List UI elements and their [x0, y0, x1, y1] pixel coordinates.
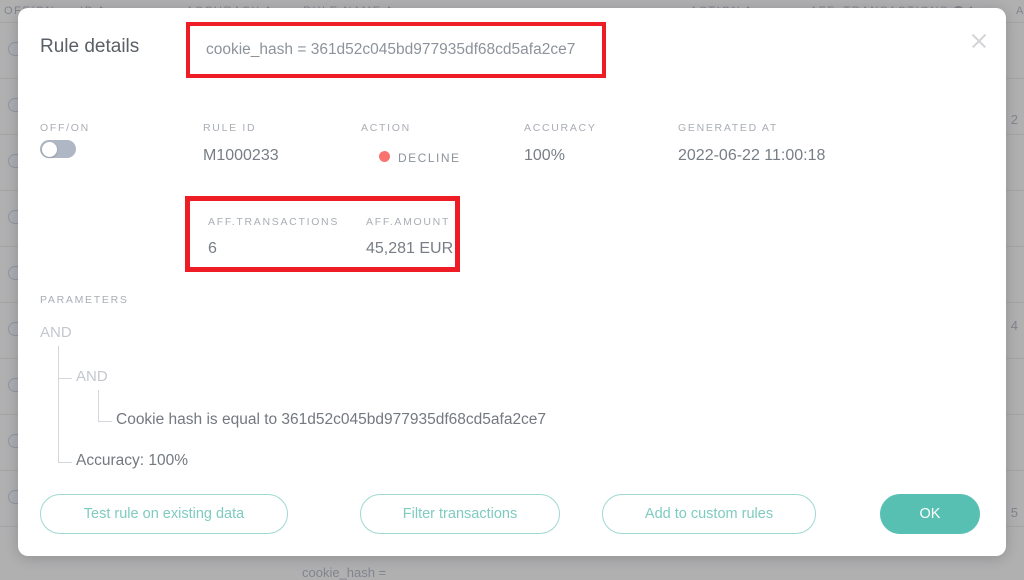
rule-id-label: RULE ID	[203, 122, 257, 134]
tree-line-branch	[98, 421, 112, 422]
accuracy-value: 100%	[524, 147, 565, 164]
action-label: ACTION	[361, 122, 411, 134]
offon-label: OFF/ON	[40, 122, 90, 134]
bg-rule-name-text: cookie_hash =	[302, 565, 387, 580]
tree-line-branch	[58, 378, 72, 379]
parameters-label: PARAMETERS	[40, 294, 129, 306]
accuracy-label: ACCURACY	[524, 122, 597, 134]
aff-amount-value: 45,281 EUR	[366, 240, 454, 257]
tree-node-accuracy: Accuracy: 100%	[76, 452, 188, 469]
rule-name-highlight-box: cookie_hash = 361d52c045bd977935df68cd5a…	[186, 22, 606, 78]
parameters-tree: AND AND Cookie hash is equal to 361d52c0…	[40, 324, 940, 484]
rule-name-value: cookie_hash = 361d52c045bd977935df68cd5a…	[206, 41, 576, 58]
generated-at-value: 2022-06-22 11:00:18	[678, 147, 826, 164]
ok-button[interactable]: OK	[880, 494, 980, 534]
modal-footer: Test rule on existing data Filter transa…	[18, 494, 1006, 534]
bg-col-amount: A	[1016, 5, 1024, 17]
aff-amount-label: AFF.AMOUNT	[366, 216, 451, 228]
bg-row-number: 5	[1010, 505, 1018, 520]
aff-transactions-label: AFF.TRANSACTIONS	[208, 216, 340, 228]
page-title: Rule details	[40, 36, 140, 57]
filter-transactions-button[interactable]: Filter transactions	[360, 494, 560, 534]
rule-id-value: M1000233	[203, 147, 279, 164]
action-value: DECLINE	[398, 151, 461, 165]
action-status-dot	[379, 151, 390, 162]
toggle-knob	[41, 141, 57, 157]
tree-node-child-operator: AND	[76, 368, 108, 385]
bg-row-number: 2	[1010, 112, 1018, 127]
close-icon[interactable]	[966, 28, 992, 54]
rule-details-modal: Rule details cookie_hash = 361d52c045bd9…	[18, 8, 1006, 556]
tree-node-root-operator: AND	[40, 324, 72, 341]
tree-line-vertical	[58, 346, 59, 462]
affected-transactions-highlight-box: AFF.TRANSACTIONS AFF.AMOUNT 6 45,281 EUR	[185, 196, 460, 272]
bg-col-amount-label: A	[1016, 5, 1024, 17]
generated-at-label: GENERATED AT	[678, 122, 778, 134]
tree-line-branch	[58, 462, 72, 463]
add-to-custom-rules-button[interactable]: Add to custom rules	[602, 494, 816, 534]
bg-row-number: 4	[1010, 318, 1018, 333]
rule-enable-toggle[interactable]	[40, 140, 76, 158]
tree-line-vertical	[98, 390, 99, 422]
test-rule-button[interactable]: Test rule on existing data	[40, 494, 288, 534]
tree-node-condition: Cookie hash is equal to 361d52c045bd9779…	[116, 411, 547, 428]
aff-transactions-value: 6	[208, 240, 217, 257]
